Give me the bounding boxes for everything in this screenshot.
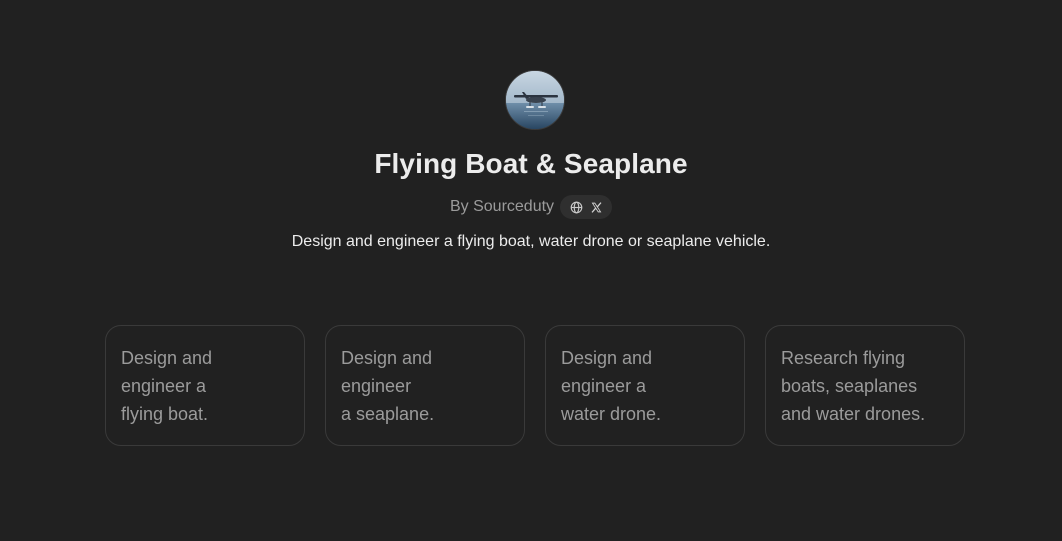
gpt-title: Flying Boat & Seaplane: [374, 148, 688, 179]
gpt-description: Design and engineer a flying boat, water…: [291, 233, 771, 250]
byline-text: By Sourceduty: [450, 198, 554, 216]
starter-card-3[interactable]: Design and engineer a water drone.: [545, 325, 745, 446]
starter-card-4[interactable]: Research flying boats, seaplanes and wat…: [765, 325, 965, 446]
x-logo-icon[interactable]: [589, 200, 603, 214]
globe-icon[interactable]: [569, 200, 583, 214]
starter-text: Design and engineer a flying boat.: [121, 348, 213, 424]
starter-card-2[interactable]: Design and engineer a seaplane.: [325, 325, 525, 446]
byline: By Sourceduty: [0, 195, 1062, 219]
gpt-avatar: [505, 70, 565, 130]
conversation-starters: Design and engineer a flying boat. Desig…: [105, 325, 965, 446]
author-prefix: By: [449, 198, 469, 215]
gpt-landing: Flying Boat & Seaplane By Sourceduty Des…: [0, 0, 1062, 541]
starter-text: Design and engineer a water drone.: [561, 348, 662, 424]
author-name: Sourceduty: [473, 198, 555, 215]
social-links: [560, 195, 613, 219]
starter-text: Research flying boats, seaplanes and wat…: [781, 348, 926, 424]
starter-text: Design and engineer a seaplane.: [341, 348, 435, 424]
seaplane-image: [506, 71, 564, 129]
starter-card-1[interactable]: Design and engineer a flying boat.: [105, 325, 305, 446]
